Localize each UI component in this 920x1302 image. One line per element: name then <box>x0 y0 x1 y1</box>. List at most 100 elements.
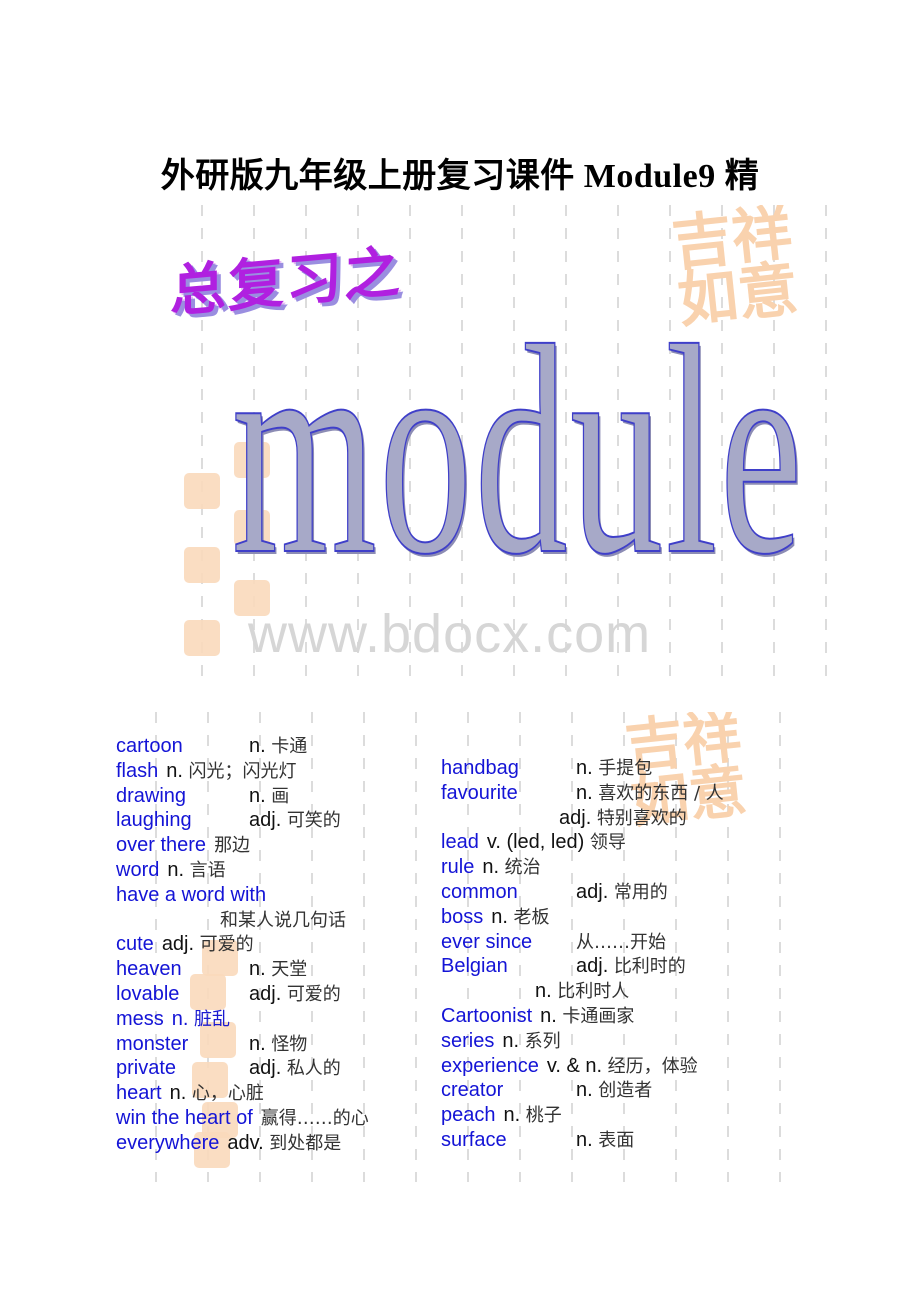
vocab-word: cute <box>116 933 154 956</box>
vocab-entry: heaven n. 天堂 <box>116 957 436 982</box>
vocab-definition: n. 表面 <box>576 1128 634 1154</box>
chinese-meaning: 怪物 <box>271 1033 308 1055</box>
part-of-speech: adj. <box>249 982 282 1005</box>
part-of-speech: n. <box>249 958 266 981</box>
slide-cover: 吉祥如意 总复习之 module 9 www.bdocx.com <box>170 205 835 680</box>
vocab-definition: v. & n. 经历，体验 <box>547 1055 698 1077</box>
vocab-entry: favourite n. 喜欢的东西 / 人 <box>441 781 791 806</box>
vocab-definition: n. 画 <box>249 784 289 810</box>
vocab-definition: adj. 可爱的 <box>249 982 341 1008</box>
chinese-meaning: 闪光；闪光灯 <box>188 760 297 782</box>
part-of-speech: n. <box>171 1007 189 1030</box>
chinese-meaning: 领导 <box>589 832 626 854</box>
chinese-meaning: 脏乱 <box>194 1008 231 1030</box>
vocab-definition: n. 比利时人 <box>535 979 629 1005</box>
vocab-entry: series n. 系列 <box>441 1029 791 1054</box>
vocab-definition: n. 老板 <box>491 906 549 928</box>
vocab-word: lead <box>441 831 479 854</box>
chinese-meaning: 特别喜欢的 <box>596 807 687 829</box>
chinese-meaning: 赢得……的心 <box>260 1107 369 1129</box>
vocab-definition: adj. 可笑的 <box>249 808 341 834</box>
part-of-speech: n. <box>249 1032 266 1055</box>
vocab-entry: heart n. 心，心脏 <box>116 1081 436 1106</box>
vocab-definition: v. (led, led) 领导 <box>487 831 626 853</box>
vocab-entry: rule n. 统治 <box>441 855 791 880</box>
vocab-word: monster <box>116 1032 189 1055</box>
vocab-definition: n. 桃子 <box>504 1104 562 1126</box>
part-of-speech: n. <box>576 1079 593 1102</box>
chinese-meaning: 创造者 <box>598 1080 653 1102</box>
vocab-word: mess <box>116 1007 164 1030</box>
vocab-entry: cute adj. 可爱的 <box>116 932 436 957</box>
part-of-speech: n. <box>169 1082 187 1105</box>
vocab-entry: boss n. 老板 <box>441 905 791 930</box>
vocab-entry: common adj. 常用的 <box>441 880 791 905</box>
vocab-word: word <box>116 858 160 881</box>
vocab-entry: experience v. & n. 经历，体验 <box>441 1054 791 1079</box>
document-title: 外研版九年级上册复习课件 Module9 精 <box>160 158 760 195</box>
chinese-meaning: 和某人说几句话 <box>220 909 346 931</box>
part-of-speech: adv. <box>227 1131 264 1154</box>
vocab-entry: adj. 特别喜欢的 <box>441 806 791 831</box>
vocab-word: surface <box>441 1128 507 1151</box>
vocab-word: creator <box>441 1079 504 1102</box>
chinese-meaning: 手提包 <box>598 758 653 779</box>
vocab-word: private <box>116 1057 177 1080</box>
vocab-definition: adj. 特别喜欢的 <box>559 806 687 832</box>
chinese-meaning: 可爱的 <box>199 934 254 956</box>
vocab-entry: over there 那边 <box>116 833 436 858</box>
vocab-definition: n. 喜欢的东西 / 人 <box>576 781 724 807</box>
chinese-meaning: 可笑的 <box>286 810 341 832</box>
vocab-definition: adj. 比利时的 <box>576 954 686 980</box>
part-of-speech: n. <box>249 784 266 807</box>
vocab-entry: everywhere adv. 到处都是 <box>116 1131 436 1156</box>
vocab-definition: n. 手提包 <box>576 756 652 782</box>
vocab-entry: win the heart of 赢得……的心 <box>116 1106 436 1131</box>
vocab-word: cartoon <box>116 735 183 757</box>
vocab-entry: peach n. 桃子 <box>441 1103 791 1128</box>
part-of-speech: n. <box>576 781 593 804</box>
vocab-definition: n. 系列 <box>502 1030 560 1052</box>
vocab-word: have a word with <box>116 883 267 906</box>
vocab-word: drawing <box>116 784 187 807</box>
vocab-entry: private adj. 私人的 <box>116 1056 436 1081</box>
vocab-word: heaven <box>116 958 182 981</box>
vocab-definition: adj. 可爱的 <box>162 933 254 955</box>
vocab-entry: drawing n. 画 <box>116 784 436 809</box>
chinese-meaning: 画 <box>271 785 290 807</box>
chinese-meaning: 从……开始 <box>576 931 666 953</box>
part-of-speech: n. <box>249 735 266 757</box>
vocab-definition: n. 天堂 <box>249 957 307 983</box>
vocab-entry: surface n. 表面 <box>441 1128 791 1153</box>
vocab-definition: adj. 私人的 <box>249 1056 341 1082</box>
vocab-entry: handbag n. 手提包 <box>441 756 791 781</box>
chinese-meaning: 表面 <box>598 1129 635 1151</box>
vocab-definition: n. 闪光；闪光灯 <box>166 760 296 782</box>
chinese-meaning: 老板 <box>513 906 550 928</box>
vocab-entry: Cartoonist n. 卡通画家 <box>441 1004 791 1029</box>
vocab-entry: lead v. (led, led) 领导 <box>441 830 791 855</box>
vocab-word: Belgian <box>441 955 508 978</box>
vocab-entry: n. 比利时人 <box>441 979 791 1004</box>
chinese-meaning: 那边 <box>214 835 251 857</box>
chinese-meaning: 言语 <box>189 859 226 881</box>
vocab-word: handbag <box>441 757 519 779</box>
part-of-speech: n. <box>535 980 552 1003</box>
vocab-definition: n. 卡通画家 <box>540 1005 634 1027</box>
vocab-word: over there <box>116 834 207 857</box>
site-watermark: www.bdocx.com <box>248 604 652 664</box>
vocab-definition: adj. 常用的 <box>576 880 668 906</box>
vocab-entry: word n. 言语 <box>116 858 436 883</box>
vocab-entry: ever since 从……开始 <box>441 930 791 955</box>
part-of-speech: adj. <box>576 955 609 978</box>
vocab-word: peach <box>441 1104 496 1127</box>
vocab-definition: n. 卡通 <box>249 734 307 760</box>
vocab-word: Cartoonist <box>441 1004 533 1027</box>
vocab-definition: 从……开始 <box>576 930 666 956</box>
part-of-speech: n. <box>482 856 500 879</box>
vocab-word: everywhere <box>116 1131 220 1154</box>
slide-vocabulary: 吉祥如意 cartoon n. 卡通 flash n. 闪光；闪光灯 drawing n.… <box>110 712 800 1182</box>
vocab-definition: n. 怪物 <box>249 1032 307 1058</box>
chinese-meaning: 系列 <box>524 1030 561 1052</box>
part-of-speech: adj. <box>249 1057 282 1080</box>
